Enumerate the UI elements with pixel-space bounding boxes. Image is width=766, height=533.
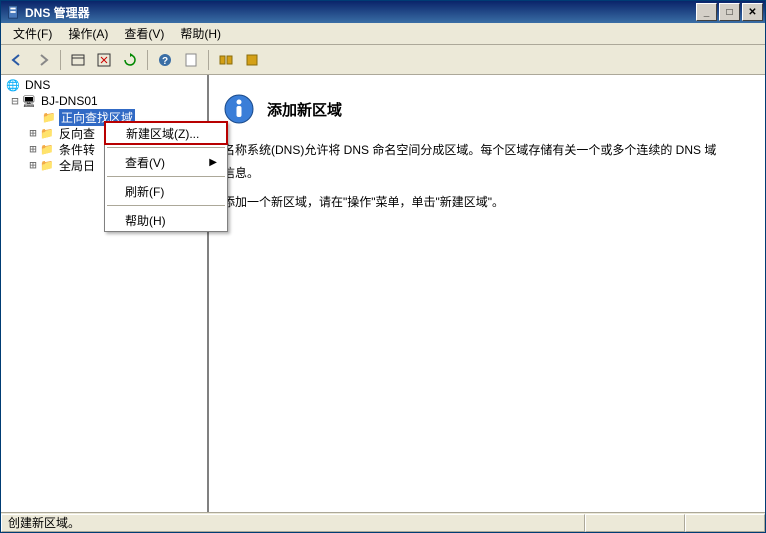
tree-reverse-label: 反向查 (57, 125, 97, 142)
toolbar-btn-2[interactable] (92, 48, 116, 72)
dns-icon (5, 78, 21, 92)
toolbar-separator (208, 50, 209, 70)
tree-server-label: BJ-DNS01 (39, 94, 100, 108)
menu-help[interactable]: 帮助(H) (172, 23, 229, 44)
tree-global-label: 全局日 (57, 157, 97, 174)
toolbar-btn-1[interactable] (66, 48, 90, 72)
collapse-icon[interactable]: ⊟ (9, 94, 21, 108)
ctx-help[interactable]: 帮助(H) (105, 209, 227, 231)
tree-root-label: DNS (23, 78, 52, 92)
dns-manager-window: DNS 管理器 _ □ ✕ 文件(F) 操作(A) 查看(V) 帮助(H) ? … (0, 0, 766, 533)
maximize-button[interactable]: □ (719, 3, 740, 21)
ctx-separator (107, 147, 225, 148)
expand-icon[interactable]: ⊞ (27, 126, 39, 140)
tree-root[interactable]: DNS (1, 77, 207, 93)
ctx-separator (107, 176, 225, 177)
status-cell-2 (585, 514, 685, 532)
ctx-view[interactable]: 查看(V) ▶ (105, 151, 227, 173)
toolbar-separator (147, 50, 148, 70)
ctx-view-label: 查看(V) (125, 154, 165, 171)
status-cell-3 (685, 514, 765, 532)
ctx-separator (107, 205, 225, 206)
folder-icon (39, 126, 55, 140)
heading-row: 添加新区域 (223, 93, 753, 125)
refresh-icon[interactable] (118, 48, 142, 72)
window-buttons: _ □ ✕ (696, 3, 763, 21)
ctx-refresh-label: 刷新(F) (125, 183, 164, 200)
tree-cond-label: 条件转 (57, 141, 97, 158)
tree-server[interactable]: ⊟ BJ-DNS01 (1, 93, 207, 109)
ctx-help-label: 帮助(H) (125, 212, 166, 229)
minimize-button[interactable]: _ (696, 3, 717, 21)
folder-icon (39, 158, 55, 172)
menu-file[interactable]: 文件(F) (5, 23, 60, 44)
ctx-new-zone-label: 新建区域(Z)... (126, 125, 199, 142)
submenu-arrow-icon: ▶ (209, 157, 217, 168)
menu-view[interactable]: 查看(V) (116, 23, 172, 44)
folder-icon (41, 110, 57, 124)
help-icon[interactable]: ? (153, 48, 177, 72)
back-button[interactable] (5, 48, 29, 72)
server-icon (21, 94, 37, 108)
window-title: DNS 管理器 (25, 4, 696, 21)
close-button[interactable]: ✕ (742, 3, 763, 21)
titlebar[interactable]: DNS 管理器 _ □ ✕ (1, 1, 765, 23)
app-icon (5, 4, 21, 20)
expand-icon[interactable]: ⊞ (27, 142, 39, 156)
content-desc-2: 信息。 (223, 162, 753, 185)
content-desc-1: 名称系统(DNS)允许将 DNS 命名空间分成区域。每个区域存储有关一个或多个连… (223, 139, 753, 162)
toolbar-btn-4[interactable] (214, 48, 238, 72)
statusbar: 创建新区域。 (1, 512, 765, 532)
context-menu: 新建区域(Z)... 查看(V) ▶ 刷新(F) 帮助(H) (104, 121, 228, 232)
content-heading: 添加新区域 (267, 99, 342, 120)
content-desc-3: 添加一个新区域，请在"操作"菜单，单击"新建区域"。 (223, 191, 753, 214)
toolbar: ? (1, 45, 765, 75)
folder-icon (39, 142, 55, 156)
toolbar-btn-5[interactable] (240, 48, 264, 72)
menubar: 文件(F) 操作(A) 查看(V) 帮助(H) (1, 23, 765, 45)
content-pane: 添加新区域 名称系统(DNS)允许将 DNS 命名空间分成区域。每个区域存储有关… (209, 75, 765, 512)
toolbar-btn-3[interactable] (179, 48, 203, 72)
ctx-refresh[interactable]: 刷新(F) (105, 180, 227, 202)
ctx-new-zone[interactable]: 新建区域(Z)... (104, 121, 228, 145)
status-text: 创建新区域。 (1, 514, 585, 532)
expand-icon[interactable]: ⊞ (27, 158, 39, 172)
svg-text:?: ? (162, 56, 168, 67)
menu-action[interactable]: 操作(A) (60, 23, 116, 44)
forward-button[interactable] (31, 48, 55, 72)
toolbar-separator (60, 50, 61, 70)
